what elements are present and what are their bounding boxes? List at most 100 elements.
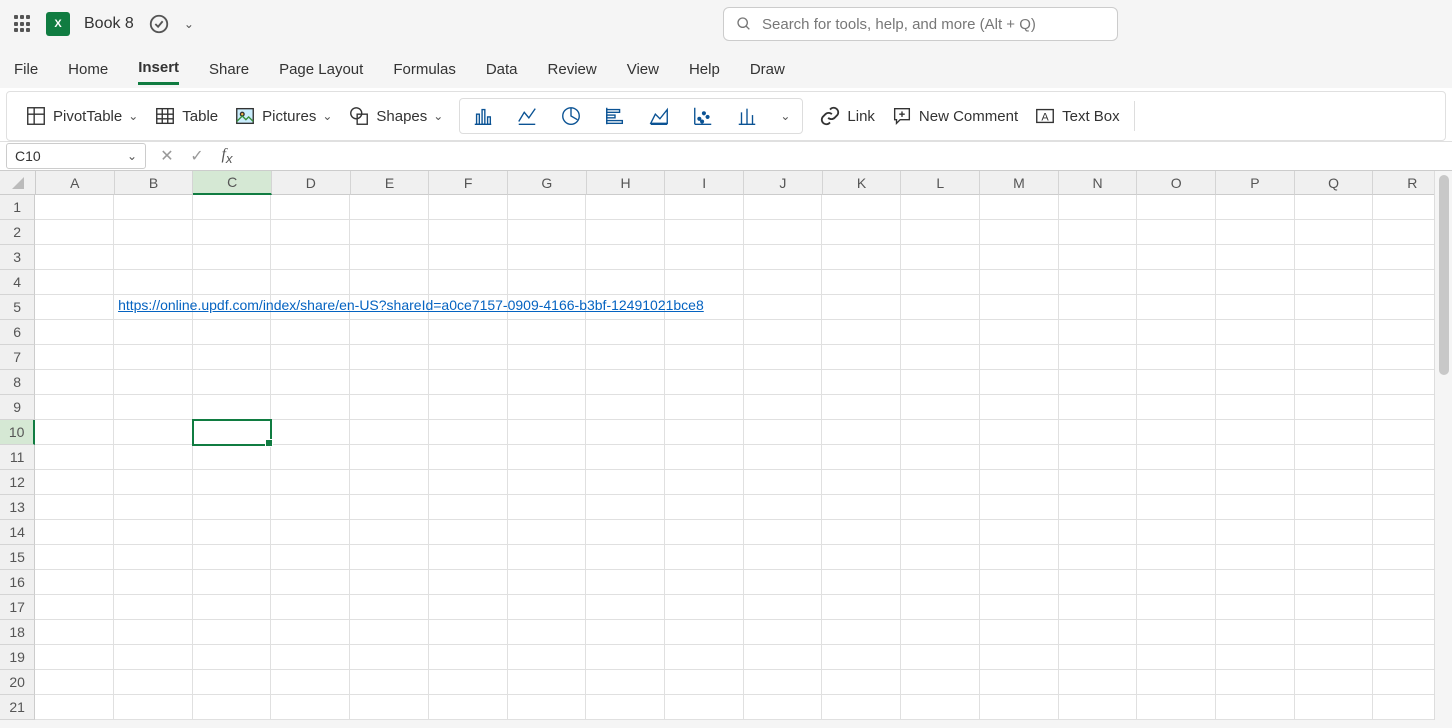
- cell[interactable]: [193, 220, 272, 245]
- cell[interactable]: [1059, 695, 1138, 720]
- cell[interactable]: [350, 645, 429, 670]
- cell[interactable]: [980, 595, 1059, 620]
- cell[interactable]: [35, 395, 114, 420]
- cell[interactable]: [193, 320, 272, 345]
- row-header[interactable]: 16: [0, 570, 35, 595]
- cell[interactable]: [1216, 445, 1295, 470]
- cell[interactable]: [901, 520, 980, 545]
- cell[interactable]: [35, 545, 114, 570]
- cell[interactable]: [901, 345, 980, 370]
- cell[interactable]: [193, 495, 272, 520]
- cell[interactable]: [1295, 695, 1374, 720]
- cell[interactable]: [1295, 420, 1374, 445]
- cell[interactable]: [508, 370, 587, 395]
- cell[interactable]: [508, 645, 587, 670]
- row-header[interactable]: 11: [0, 445, 35, 470]
- cell[interactable]: [822, 545, 901, 570]
- cell[interactable]: [822, 620, 901, 645]
- cell[interactable]: [35, 670, 114, 695]
- cell[interactable]: [271, 270, 350, 295]
- cell[interactable]: [1216, 270, 1295, 295]
- cell[interactable]: [508, 445, 587, 470]
- cell[interactable]: [114, 245, 193, 270]
- cell[interactable]: [1059, 195, 1138, 220]
- cell[interactable]: [665, 495, 744, 520]
- cell[interactable]: [980, 695, 1059, 720]
- cell[interactable]: [744, 645, 823, 670]
- pie-chart-button[interactable]: [550, 101, 592, 131]
- cell[interactable]: [1216, 245, 1295, 270]
- cell[interactable]: [114, 520, 193, 545]
- cell[interactable]: [35, 320, 114, 345]
- cell[interactable]: [1295, 495, 1374, 520]
- cell[interactable]: [429, 270, 508, 295]
- cell[interactable]: [1059, 220, 1138, 245]
- cell[interactable]: [1216, 195, 1295, 220]
- cell[interactable]: [429, 320, 508, 345]
- column-header[interactable]: O: [1137, 171, 1216, 195]
- cell[interactable]: [508, 345, 587, 370]
- row-header[interactable]: 12: [0, 470, 35, 495]
- cell[interactable]: [193, 620, 272, 645]
- cell[interactable]: [1137, 445, 1216, 470]
- cell[interactable]: [350, 320, 429, 345]
- cell[interactable]: [271, 695, 350, 720]
- cell[interactable]: [1137, 270, 1216, 295]
- cell[interactable]: [1137, 570, 1216, 595]
- cell[interactable]: [1295, 620, 1374, 645]
- cell[interactable]: [1295, 370, 1374, 395]
- cell[interactable]: [1295, 570, 1374, 595]
- cell[interactable]: [1216, 520, 1295, 545]
- cell[interactable]: [744, 370, 823, 395]
- cell[interactable]: [1059, 270, 1138, 295]
- cell[interactable]: [822, 470, 901, 495]
- cell[interactable]: [114, 470, 193, 495]
- cancel-formula-button[interactable]: ✕: [152, 146, 182, 166]
- cell[interactable]: [114, 420, 193, 445]
- cell[interactable]: [350, 695, 429, 720]
- cell[interactable]: [193, 270, 272, 295]
- cell[interactable]: [508, 195, 587, 220]
- cell[interactable]: [1059, 445, 1138, 470]
- row-header[interactable]: 3: [0, 245, 35, 270]
- cell[interactable]: [1059, 395, 1138, 420]
- cell[interactable]: [271, 445, 350, 470]
- cell[interactable]: [665, 445, 744, 470]
- new-comment-button[interactable]: New Comment: [883, 101, 1026, 131]
- tab-insert[interactable]: Insert: [138, 59, 179, 85]
- cell[interactable]: [1059, 320, 1138, 345]
- column-header[interactable]: M: [980, 171, 1059, 195]
- column-header[interactable]: D: [272, 171, 351, 195]
- cell[interactable]: [744, 320, 823, 345]
- column-header[interactable]: G: [508, 171, 587, 195]
- cell[interactable]: [350, 245, 429, 270]
- formula-input[interactable]: [242, 143, 1452, 169]
- cell[interactable]: [114, 395, 193, 420]
- cell[interactable]: [665, 345, 744, 370]
- cell[interactable]: [665, 545, 744, 570]
- cell[interactable]: [114, 370, 193, 395]
- cell[interactable]: [822, 345, 901, 370]
- cell[interactable]: [901, 470, 980, 495]
- cell[interactable]: [822, 645, 901, 670]
- cell[interactable]: [1059, 370, 1138, 395]
- row-header[interactable]: 5: [0, 295, 35, 320]
- column-header[interactable]: B: [115, 171, 194, 195]
- cell[interactable]: [1137, 345, 1216, 370]
- cell[interactable]: [350, 220, 429, 245]
- cell[interactable]: [822, 395, 901, 420]
- tab-review[interactable]: Review: [548, 61, 597, 84]
- cell[interactable]: [35, 470, 114, 495]
- cell[interactable]: [1137, 620, 1216, 645]
- cell[interactable]: [744, 495, 823, 520]
- cell[interactable]: [1137, 245, 1216, 270]
- cell[interactable]: [114, 595, 193, 620]
- cell[interactable]: [1137, 320, 1216, 345]
- cell[interactable]: [1295, 445, 1374, 470]
- cell[interactable]: [901, 645, 980, 670]
- cell[interactable]: [586, 495, 665, 520]
- cell[interactable]: [508, 220, 587, 245]
- row-header[interactable]: 2: [0, 220, 35, 245]
- cell[interactable]: [429, 620, 508, 645]
- cell[interactable]: [744, 220, 823, 245]
